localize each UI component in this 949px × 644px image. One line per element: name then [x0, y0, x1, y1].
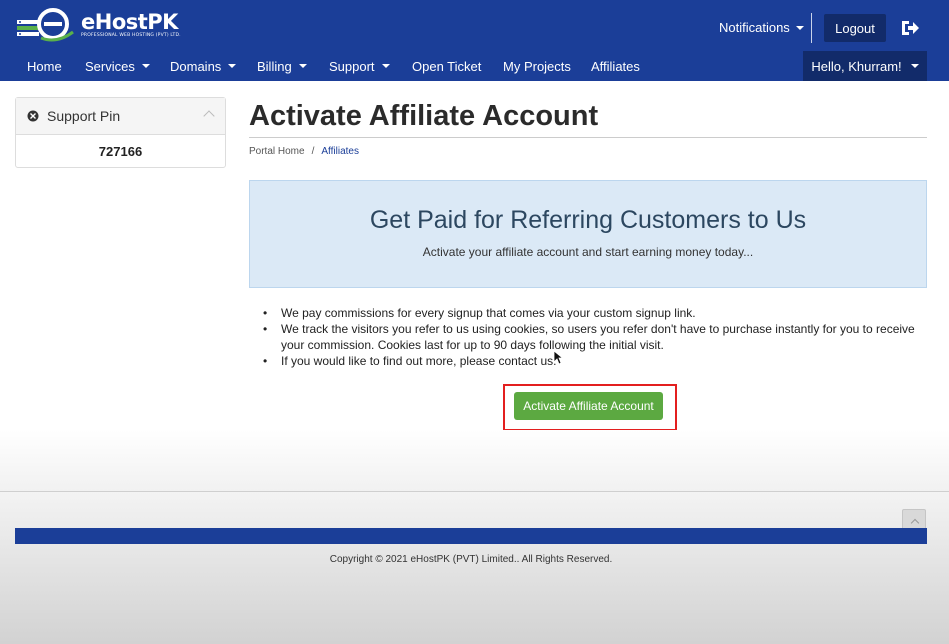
- logo-mark-icon: [17, 8, 74, 42]
- user-greeting: Hello, Khurram!: [811, 58, 902, 74]
- nav-domains-label: Domains: [170, 58, 222, 74]
- top-header: eHostPK PROFESSIONAL WEB HOSTING (PVT) L…: [0, 0, 949, 51]
- bug-icon: [27, 110, 39, 122]
- support-pin-value: 727166: [98, 144, 143, 159]
- nav-affiliates[interactable]: Affiliates: [591, 51, 640, 81]
- nav-my-projects-label: My Projects: [503, 58, 571, 74]
- breadcrumb: Portal Home / Affiliates: [249, 146, 359, 157]
- logout-exit-icon[interactable]: [900, 19, 920, 37]
- caret-down-icon: [910, 64, 919, 68]
- list-item: If you would like to find out more, plea…: [263, 353, 923, 369]
- nav-home[interactable]: Home: [27, 51, 62, 81]
- page-title: Activate Affiliate Account: [249, 100, 599, 132]
- nav-home-label: Home: [27, 58, 62, 74]
- hero-subtitle: Activate your affiliate account and star…: [422, 245, 754, 259]
- nav-support-label: Support: [329, 58, 375, 74]
- activate-affiliate-button[interactable]: Activate Affiliate Account: [514, 392, 663, 420]
- hero-title: Get Paid for Referring Customers to Us: [369, 206, 807, 234]
- notifications-label: Notifications: [719, 20, 790, 35]
- nav-open-ticket-label: Open Ticket: [412, 58, 482, 74]
- nav-domains[interactable]: Domains: [170, 51, 237, 81]
- logo-name: eHostPK: [81, 10, 178, 34]
- support-pin-header[interactable]: Support Pin: [16, 98, 225, 135]
- list-item: We track the visitors you refer to us us…: [263, 321, 923, 353]
- logo-tagline: PROFESSIONAL WEB HOSTING (PVT) LTD.: [81, 33, 181, 38]
- caret-down-icon: [141, 64, 150, 68]
- chevron-up-icon: [910, 518, 920, 528]
- mouse-cursor-icon: [553, 350, 563, 365]
- user-menu[interactable]: Hello, Khurram!: [803, 51, 927, 81]
- nav-support[interactable]: Support: [329, 51, 390, 81]
- logout-button[interactable]: Logout: [824, 14, 886, 42]
- breadcrumb-separator: /: [311, 146, 315, 157]
- header-divider: [811, 13, 812, 43]
- title-divider: [249, 137, 927, 138]
- nav-affiliates-label: Affiliates: [591, 58, 640, 74]
- support-pin-panel: Support Pin 727166: [15, 97, 226, 168]
- breadcrumb-portal-home[interactable]: Portal Home: [249, 146, 305, 157]
- affiliate-info-list: We pay commissions for every signup that…: [263, 305, 923, 369]
- nav-billing-label: Billing: [257, 58, 292, 74]
- nav-billing[interactable]: Billing: [257, 51, 307, 81]
- chevron-up-icon[interactable]: [203, 110, 215, 122]
- affiliate-hero: Get Paid for Referring Customers to Us A…: [249, 180, 927, 288]
- footer: [0, 491, 949, 644]
- caret-down-icon: [228, 64, 237, 68]
- main-navbar: Home Services Domains Billing Support Op…: [0, 51, 949, 81]
- breadcrumb-affiliates: Affiliates: [321, 146, 359, 157]
- nav-my-projects[interactable]: My Projects: [503, 51, 571, 81]
- notifications-dropdown[interactable]: Notifications: [719, 20, 804, 35]
- logo[interactable]: eHostPK PROFESSIONAL WEB HOSTING (PVT) L…: [17, 8, 181, 42]
- footer-bar: [15, 528, 927, 544]
- caret-down-icon: [795, 25, 804, 30]
- logo-text: eHostPK PROFESSIONAL WEB HOSTING (PVT) L…: [81, 11, 181, 39]
- nav-open-ticket[interactable]: Open Ticket: [412, 51, 481, 81]
- content-fade: [0, 430, 949, 491]
- caret-down-icon: [298, 64, 307, 68]
- caret-down-icon: [381, 64, 390, 68]
- list-item: We pay commissions for every signup that…: [263, 305, 923, 321]
- support-pin-title: Support Pin: [47, 108, 121, 124]
- nav-services[interactable]: Services: [85, 51, 150, 81]
- nav-services-label: Services: [85, 58, 135, 74]
- copyright-text: Copyright © 2021 eHostPK (PVT) Limited..…: [329, 554, 613, 565]
